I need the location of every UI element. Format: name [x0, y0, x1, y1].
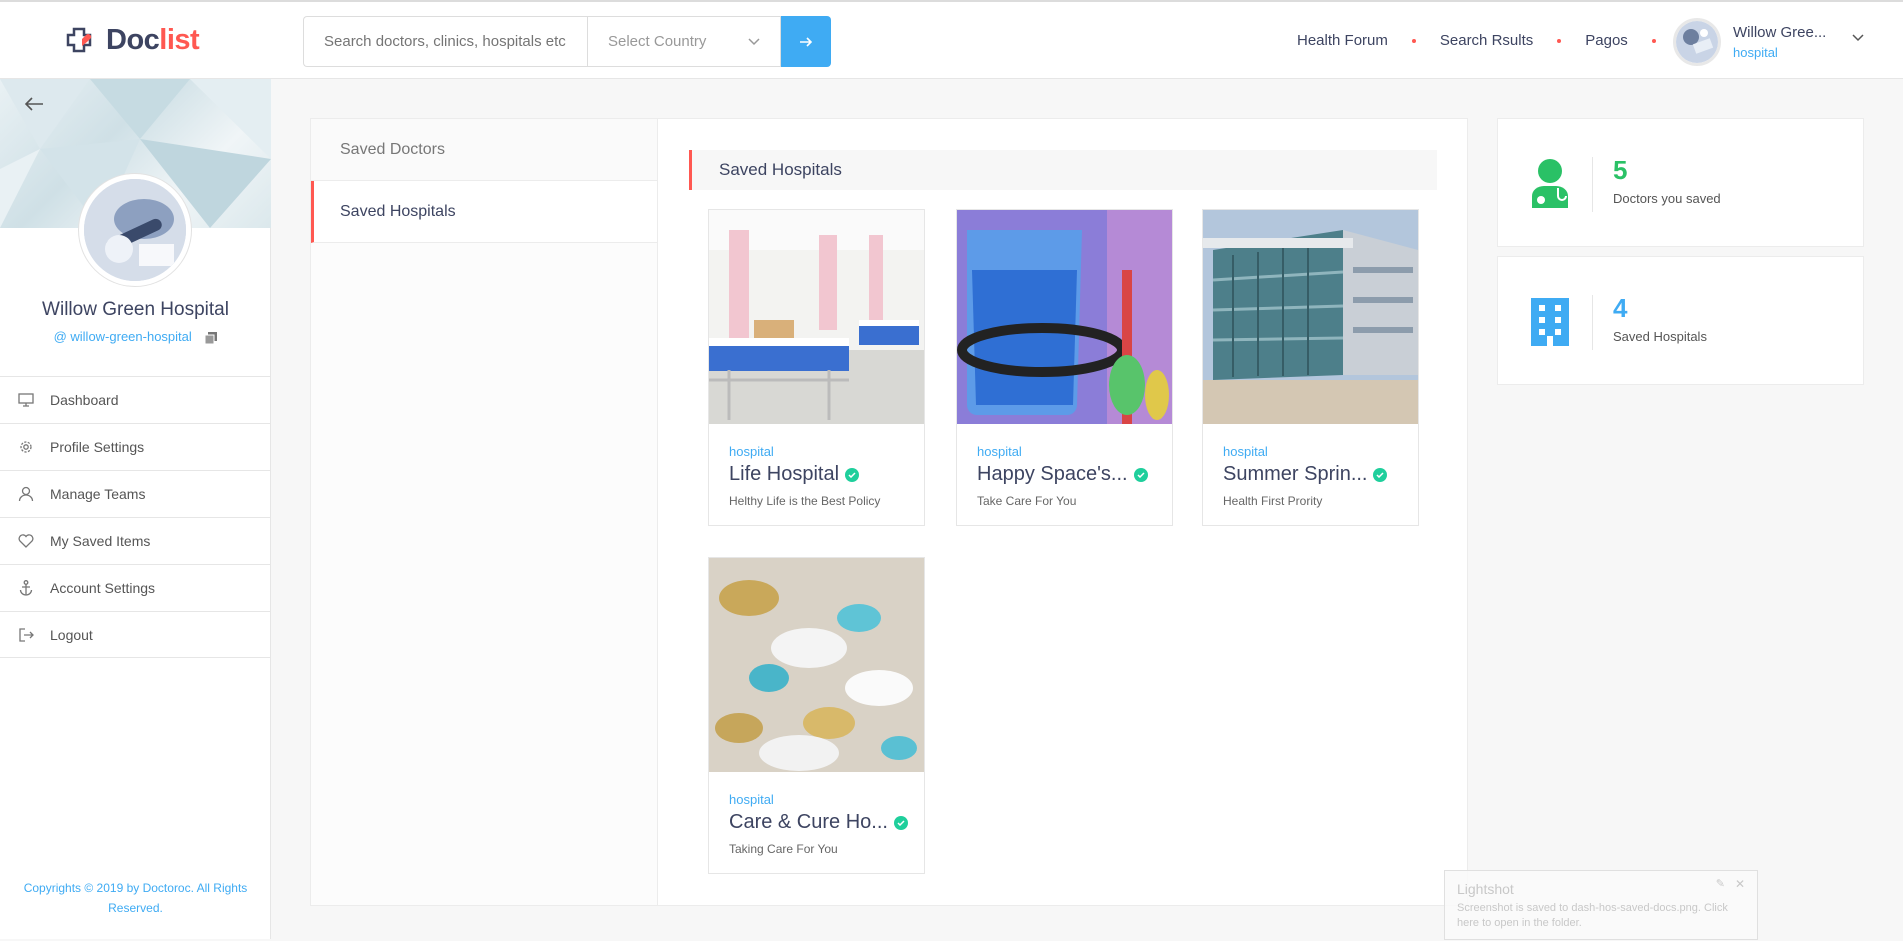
profile-handle: @ willow-green-hospital	[0, 329, 271, 344]
nav-separator	[1557, 38, 1562, 43]
hospital-name-text: Care & Cure Ho...	[729, 811, 888, 833]
sidebar-item-logout[interactable]: Logout	[0, 611, 271, 658]
nav-separator	[1651, 38, 1656, 43]
sidebar-item-saved-items[interactable]: My Saved Items	[0, 517, 271, 564]
sidebar-item-label: Profile Settings	[50, 439, 145, 455]
chevron-down-icon	[748, 37, 760, 45]
lightshot-notification[interactable]: Lightshot Screenshot is saved to dash-ho…	[1444, 870, 1758, 940]
country-select[interactable]: Select Country	[587, 16, 781, 67]
nav-pages[interactable]: Pagos	[1585, 32, 1628, 49]
sidebar-menu: Dashboard Profile Settings Manage Teams …	[0, 376, 271, 658]
close-icon[interactable]: ✕	[1735, 877, 1745, 891]
stat-value: 4	[1613, 293, 1628, 323]
sidebar-item-profile-settings[interactable]: Profile Settings	[0, 423, 271, 470]
brand-logo[interactable]: Doclist	[64, 24, 200, 57]
hospital-image	[709, 558, 924, 772]
hospital-building-icon	[1526, 295, 1574, 349]
hospital-name-text: Summer Sprin...	[1223, 463, 1368, 485]
sidebar-item-label: Account Settings	[50, 580, 156, 596]
user-name: Willow Gree...	[1733, 24, 1827, 41]
stat-label: Saved Hospitals	[1613, 329, 1707, 344]
stat-hospitals-saved: 4 Saved Hospitals	[1497, 256, 1864, 385]
nav-health-forum[interactable]: Health Forum	[1297, 32, 1388, 49]
hospital-image	[957, 210, 1172, 424]
sidebar-item-label: Logout	[50, 626, 93, 643]
divider	[1592, 157, 1593, 212]
tab-saved-doctors[interactable]: Saved Doctors	[311, 119, 657, 181]
verified-check-icon	[1133, 467, 1148, 482]
hospital-name-text: Happy Space's...	[977, 463, 1128, 485]
notification-message: Screenshot is saved to dash-hos-saved-do…	[1457, 902, 1728, 929]
nav-search-results[interactable]: Search Rsults	[1440, 32, 1533, 49]
verified-check-icon	[893, 815, 908, 830]
search-submit-button[interactable]	[781, 16, 831, 67]
country-select-label: Select Country	[608, 33, 707, 50]
profile-avatar	[79, 174, 191, 286]
hospital-card[interactable]: hospital Care & Cure Ho... Taking Care F…	[708, 557, 925, 874]
nav-separator	[1411, 38, 1416, 43]
brand-name-part2: list	[159, 24, 200, 56]
copyright-text: Copyrights © 2019 by Doctoroc. All Right…	[23, 881, 248, 915]
hospital-image	[1203, 210, 1418, 424]
verified-check-icon	[845, 467, 860, 482]
heart-icon	[17, 532, 35, 550]
profile-name: Willow Green Hospital	[42, 299, 229, 320]
top-header: Doclist Select Country Health Forum Sear…	[0, 0, 1903, 79]
sidebar-item-manage-teams[interactable]: Manage Teams	[0, 470, 271, 517]
user-role: hospital	[1733, 45, 1778, 60]
hospital-card[interactable]: hospital Summer Sprin... Health First Pr…	[1202, 209, 1419, 526]
hospital-category: hospital	[729, 444, 774, 459]
arrow-right-icon	[800, 36, 813, 47]
sidebar-item-dashboard[interactable]: Dashboard	[0, 376, 271, 423]
logout-icon	[17, 626, 35, 644]
hospital-category: hospital	[729, 792, 774, 807]
saved-items-panel: Saved Doctors Saved Hospitals Saved Hosp…	[310, 118, 1468, 906]
stat-value: 5	[1613, 155, 1628, 185]
profile-handle-text: @ willow-green-hospital	[53, 329, 192, 344]
sidebar-item-label: My Saved Items	[50, 533, 151, 549]
section-title: Saved Hospitals	[689, 150, 1437, 190]
stat-label: Doctors you saved	[1613, 191, 1721, 206]
hospital-image	[709, 210, 924, 424]
hospital-tagline: Taking Care For You	[729, 842, 838, 856]
gear-icon	[17, 438, 35, 456]
hospital-card[interactable]: hospital Life Hospital Helthy Life is th…	[708, 209, 925, 526]
copy-icon[interactable]	[205, 331, 218, 344]
user-avatar	[1673, 18, 1721, 66]
divider	[1592, 295, 1593, 350]
anchor-icon	[17, 579, 35, 597]
hospital-tagline: Health First Prority	[1223, 494, 1323, 508]
hospital-category: hospital	[977, 444, 1022, 459]
saved-tabs: Saved Doctors Saved Hospitals	[311, 119, 658, 905]
brand-name-part1: Doc	[106, 24, 160, 56]
sidebar: Willow Green Hospital @ willow-green-hos…	[0, 79, 271, 939]
notification-title: Lightshot	[1457, 881, 1514, 897]
hospital-name[interactable]: Happy Space's...	[977, 463, 1148, 486]
search-bar: Select Country	[303, 16, 831, 67]
hospital-tagline: Helthy Life is the Best Policy	[729, 494, 881, 508]
hospital-tagline: Take Care For You	[977, 494, 1077, 508]
monitor-icon	[17, 391, 35, 409]
user-icon	[17, 485, 35, 503]
edit-icon[interactable]: ✎	[1716, 877, 1725, 890]
sidebar-item-label: Manage Teams	[50, 486, 146, 502]
hospital-name-text: Life Hospital	[729, 463, 840, 485]
verified-check-icon	[1373, 467, 1388, 482]
hospital-name[interactable]: Life Hospital	[729, 463, 860, 486]
tab-saved-hospitals[interactable]: Saved Hospitals	[311, 181, 657, 243]
back-arrow-icon[interactable]	[24, 96, 44, 112]
hospital-category: hospital	[1223, 444, 1268, 459]
doctor-icon	[1526, 157, 1574, 211]
stat-doctors-saved: 5 Doctors you saved	[1497, 118, 1864, 247]
sidebar-item-account-settings[interactable]: Account Settings	[0, 564, 271, 611]
search-input[interactable]	[303, 16, 587, 67]
chevron-down-icon[interactable]	[1852, 34, 1864, 42]
hospital-name[interactable]: Care & Cure Ho...	[729, 811, 908, 834]
hospital-card[interactable]: hospital Happy Space's... Take Care For …	[956, 209, 1173, 526]
hospital-name[interactable]: Summer Sprin...	[1223, 463, 1388, 486]
sidebar-item-label: Dashboard	[50, 392, 119, 408]
user-menu[interactable]: Willow Gree... hospital	[1673, 18, 1826, 66]
logo-icon	[66, 27, 92, 52]
top-navigation: Health Forum Search Rsults Pagos	[1297, 32, 1680, 49]
